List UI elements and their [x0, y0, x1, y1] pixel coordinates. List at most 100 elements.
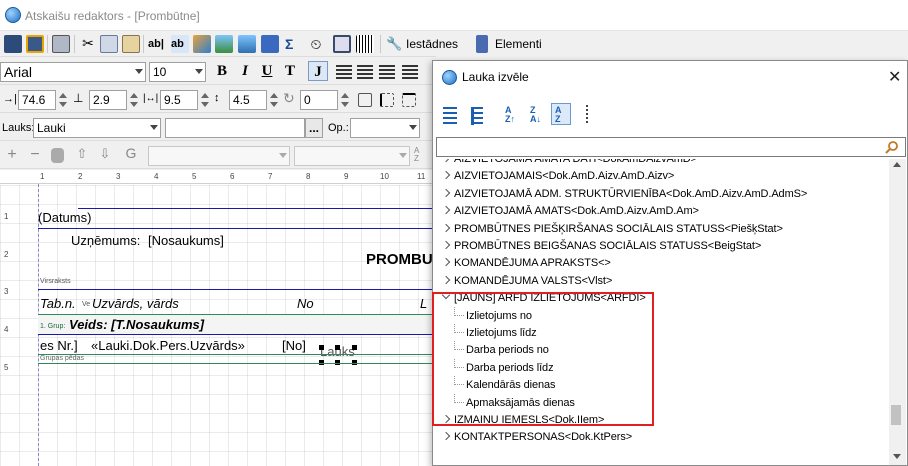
- copy-icon[interactable]: [100, 35, 118, 53]
- underline-button[interactable]: U: [257, 61, 277, 81]
- shape-icon[interactable]: [193, 35, 211, 53]
- cut-icon[interactable]: ✂: [79, 35, 97, 53]
- rotation-input[interactable]: 0: [300, 90, 338, 110]
- company-field[interactable]: [Nosaukums]: [148, 233, 224, 248]
- tree-node[interactable]: AIZVIETOJAMĀ ADM. STRUKTŪRVIENĪBA<Dok.Am…: [436, 185, 889, 203]
- bold-button[interactable]: B: [212, 61, 232, 81]
- search-icon[interactable]: [885, 140, 899, 154]
- db-image-icon[interactable]: [238, 35, 256, 53]
- frame-left-icon[interactable]: [380, 93, 394, 107]
- tree-node[interactable]: PROMBŪTNES PIEŠĶIRŠANAS SOCIĀLAIS STATUS…: [436, 220, 889, 238]
- rotation-spinner[interactable]: [341, 91, 349, 109]
- sum-icon[interactable]: Σ: [285, 35, 303, 53]
- sort-ascending-icon[interactable]: A Z↑: [505, 106, 523, 124]
- scroll-down-icon[interactable]: [893, 454, 901, 459]
- width-spinner[interactable]: [201, 91, 209, 109]
- justify-toggle[interactable]: J: [308, 61, 328, 81]
- dialog-search-input[interactable]: [436, 137, 906, 157]
- tree-view-icon[interactable]: [471, 107, 483, 125]
- left-position-spinner[interactable]: [59, 91, 67, 109]
- datetime-icon[interactable]: ⏲: [307, 35, 325, 53]
- align-left-icon[interactable]: [336, 65, 352, 79]
- width-input[interactable]: 9.5: [160, 90, 198, 110]
- chevron-right-icon[interactable]: [441, 188, 451, 198]
- tree-node[interactable]: KONTAKTPERSONAS<Dok.KtPers>: [436, 428, 889, 446]
- height-spinner[interactable]: [270, 91, 278, 109]
- report-canvas[interactable]: 1 2 3 4 5 6 7 8 9 10 11 1 2 3 4 5 (Datum…: [0, 170, 436, 466]
- align-right-icon[interactable]: [379, 65, 395, 79]
- font-family-select[interactable]: Arial: [0, 62, 146, 82]
- wrench-icon[interactable]: 🔧: [386, 35, 404, 53]
- field-source-select[interactable]: Lauki: [33, 118, 161, 138]
- align-center-icon[interactable]: [357, 65, 373, 79]
- sort-toggle-icon[interactable]: AZ: [551, 103, 571, 125]
- barcode-icon[interactable]: [356, 35, 374, 53]
- chevron-right-icon[interactable]: [441, 432, 451, 441]
- remove-icon[interactable]: −: [26, 146, 44, 164]
- op-select[interactable]: [350, 118, 420, 138]
- detail-name-field[interactable]: «Lauki.Dok.Pers.Uzvārds»: [91, 338, 245, 353]
- band-icon[interactable]: [333, 35, 351, 53]
- tree-node[interactable]: KOMANDĒJUMA VALSTS<Vlst>: [436, 272, 889, 290]
- group-header-field[interactable]: Veids: [T.Nosaukums]: [69, 317, 204, 332]
- subreport-icon[interactable]: [261, 35, 279, 53]
- tree-node[interactable]: PROMBŪTNES BEIGŠANAS SOCIĀLAIS STATUSS<B…: [436, 237, 889, 255]
- selection-handle[interactable]: [319, 345, 324, 350]
- chevron-right-icon[interactable]: [441, 205, 451, 215]
- top-position-spinner[interactable]: [130, 91, 138, 109]
- chevron-right-icon[interactable]: [441, 159, 451, 163]
- scroll-up-icon[interactable]: [893, 162, 901, 167]
- elements-icon[interactable]: [476, 35, 488, 53]
- scrollbar-thumb[interactable]: [891, 405, 901, 425]
- chevron-right-icon[interactable]: [441, 240, 451, 250]
- print-icon[interactable]: [52, 35, 70, 53]
- height-input[interactable]: 4.5: [229, 90, 267, 110]
- left-position-input[interactable]: 74.6: [18, 90, 56, 110]
- frame-top-icon[interactable]: [402, 93, 416, 107]
- db-field-icon[interactable]: ab: [171, 35, 189, 53]
- report-heading[interactable]: PROMBU: [366, 251, 433, 268]
- company-label[interactable]: Uzņēmums:: [71, 233, 140, 248]
- italic-button[interactable]: I: [235, 61, 255, 81]
- field-browse-button[interactable]: ...: [305, 118, 323, 138]
- column-name[interactable]: Uzvārds, vārds: [92, 296, 179, 311]
- selection-handle[interactable]: [352, 345, 357, 350]
- list-view-icon[interactable]: [443, 107, 457, 125]
- database-icon[interactable]: [51, 148, 64, 163]
- font-size-select[interactable]: 10: [149, 62, 206, 82]
- text-field-icon[interactable]: ab|: [148, 35, 166, 53]
- text-style-button[interactable]: T: [280, 61, 300, 81]
- group-icon[interactable]: G: [122, 145, 140, 161]
- move-up-icon[interactable]: ⇧: [73, 146, 91, 162]
- paste-icon[interactable]: [122, 35, 140, 53]
- chevron-right-icon[interactable]: [441, 223, 451, 232]
- column-from[interactable]: No: [297, 296, 314, 311]
- add-icon[interactable]: +: [3, 146, 21, 164]
- chevron-right-icon[interactable]: [441, 171, 451, 180]
- save-as-icon[interactable]: [26, 35, 44, 53]
- selection-handle[interactable]: [335, 345, 340, 350]
- image-icon[interactable]: [215, 35, 233, 53]
- frame-all-icon[interactable]: [358, 93, 372, 107]
- column-to[interactable]: L: [420, 296, 427, 311]
- date-field[interactable]: (Datums): [38, 210, 91, 225]
- group-order-select[interactable]: [294, 146, 410, 166]
- move-down-icon[interactable]: ⇩: [96, 146, 114, 162]
- tree-node[interactable]: AIZVIETOJAMAIS<Dok.AmD.Aizv.AmD.Aizv>: [436, 167, 889, 185]
- chevron-right-icon[interactable]: [441, 275, 451, 285]
- column-tab-number[interactable]: Tab.n.: [40, 296, 76, 311]
- align-justify-icon[interactable]: [402, 65, 418, 79]
- dialog-close-button[interactable]: ✕: [888, 67, 901, 87]
- save-icon[interactable]: [4, 35, 22, 53]
- group-field-select[interactable]: [148, 146, 290, 166]
- chevron-right-icon[interactable]: [441, 258, 451, 267]
- field-expression-input[interactable]: [165, 118, 305, 138]
- top-position-input[interactable]: 2.9: [89, 90, 127, 110]
- detail-from-field[interactable]: [No]: [282, 338, 306, 353]
- elements-button[interactable]: Elementi: [495, 37, 542, 51]
- tree-node[interactable]: KOMANDĒJUMA APRAKSTS<>: [436, 254, 889, 272]
- tree-node[interactable]: AIZVIETOJAMĀ AMATS<Dok.AmD.Aizv.AmD.Am>: [436, 202, 889, 220]
- hierarchy-icon[interactable]: [586, 105, 604, 123]
- sort-descending-icon[interactable]: Z A↓: [530, 106, 548, 124]
- sort-icon[interactable]: AZ: [414, 147, 419, 163]
